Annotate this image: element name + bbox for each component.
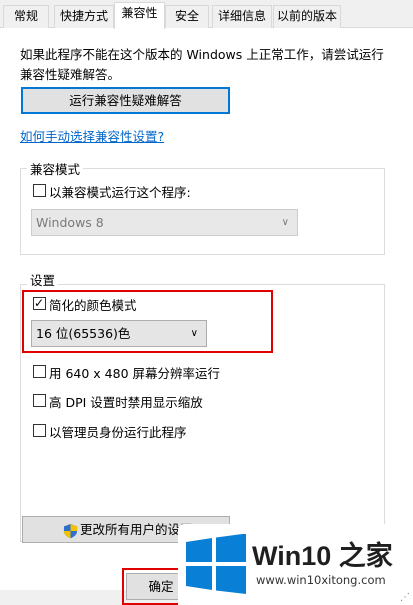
os-version-select[interactable]: Windows 8 ∨ <box>31 209 298 236</box>
uac-shield-icon <box>63 523 78 538</box>
watermark: Win10 之家 www.win10xitong.com <box>178 524 413 605</box>
watermark-title: Win10 之家 <box>252 541 393 571</box>
compat-mode-checkbox[interactable] <box>33 184 46 197</box>
high-dpi-label: 高 DPI 设置时禁用显示缩放 <box>49 395 203 410</box>
compat-mode-label: 以兼容模式运行这个程序: <box>49 185 191 200</box>
manual-compat-link[interactable]: 如何手动选择兼容性设置? <box>20 126 164 145</box>
run-troubleshooter-button[interactable]: 运行兼容性疑难解答 <box>21 87 230 114</box>
tab-bar: 常规 快捷方式 兼容性 安全 详细信息 以前的版本 <box>0 0 413 29</box>
reduced-color-checkbox[interactable] <box>33 295 46 311</box>
chevron-down-icon: ∨ <box>190 328 198 339</box>
high-dpi-checkbox[interactable] <box>33 394 46 407</box>
intro-text: 如果此程序不能在这个版本的 Windows 上正常工作，请尝试运行兼容性疑难解答… <box>20 47 384 82</box>
res-640-label: 用 640 x 480 屏幕分辨率运行 <box>49 366 221 381</box>
tab-details[interactable]: 详细信息 <box>212 5 272 28</box>
color-depth-select[interactable]: 16 位(65536)色 ∨ <box>31 320 207 347</box>
change-all-users-label: 更改所有用户的设置 <box>80 522 193 537</box>
run-admin-label: 以管理员身份运行此程序 <box>49 425 187 440</box>
windows-logo-icon <box>186 534 246 594</box>
tab-shortcut[interactable]: 快捷方式 <box>54 5 114 28</box>
tab-compatibility[interactable]: 兼容性 <box>114 2 165 29</box>
color-depth-value: 16 位(65536)色 <box>36 326 131 341</box>
resize-grip-icon[interactable]: ⋰ <box>400 592 410 603</box>
compat-mode-legend: 兼容模式 <box>27 159 84 178</box>
settings-legend: 设置 <box>27 270 59 289</box>
tab-general[interactable]: 常规 <box>3 5 49 28</box>
tab-security[interactable]: 安全 <box>165 5 209 28</box>
res-640-checkbox[interactable] <box>33 365 46 378</box>
watermark-url: www.win10xitong.com <box>256 573 386 587</box>
run-admin-checkbox[interactable] <box>33 424 46 437</box>
tab-previous-versions[interactable]: 以前的版本 <box>273 5 341 28</box>
os-version-value: Windows 8 <box>36 215 104 230</box>
chevron-down-icon: ∨ <box>281 217 289 228</box>
reduced-color-label: 简化的颜色模式 <box>49 298 137 313</box>
